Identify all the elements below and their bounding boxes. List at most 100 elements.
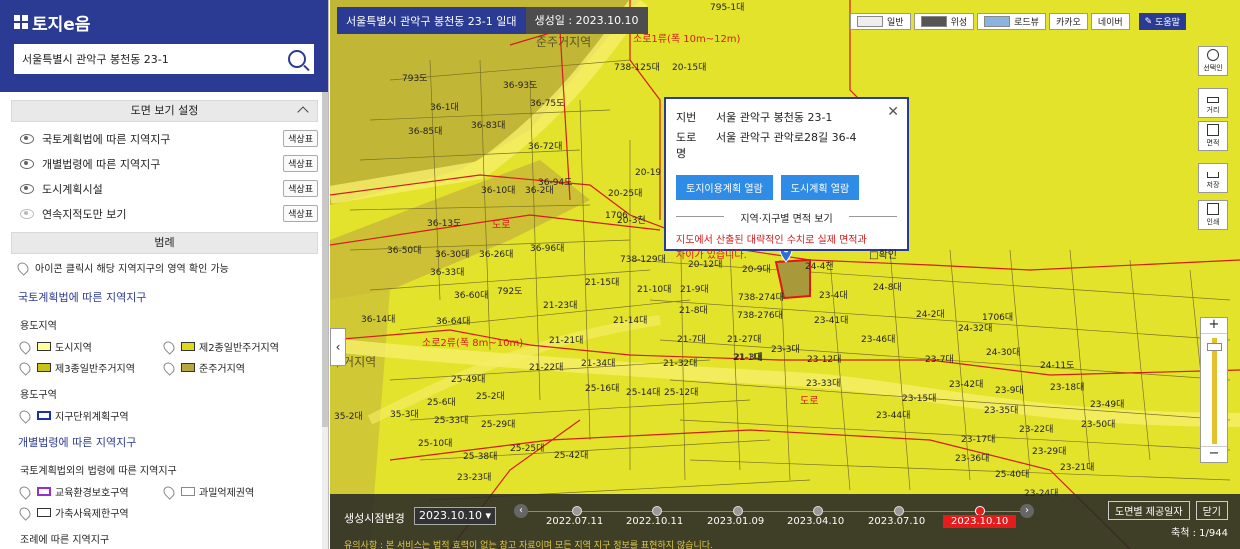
parcel-label: 23-15대: [902, 394, 937, 404]
help-button[interactable]: ✎ 도움말: [1138, 13, 1186, 30]
parcel-label: 21-22대: [529, 363, 564, 373]
parcel-label: 24-2대: [916, 310, 945, 320]
timeline-date-label[interactable]: 2023.07.10: [868, 516, 925, 527]
timeline-tick[interactable]: [813, 506, 823, 516]
area-tool-button[interactable]: 면적: [1198, 121, 1228, 151]
color-table-button[interactable]: 색상표: [283, 205, 318, 222]
chevron-left-icon[interactable]: ‹: [514, 504, 528, 518]
legend-item[interactable]: 제3종일반주거지역: [17, 359, 164, 376]
parcel-label: 1706대: [982, 313, 1014, 323]
parcel-label: 25-33대: [434, 416, 469, 426]
timeline-tick[interactable]: [572, 506, 582, 516]
pin-icon[interactable]: [17, 359, 33, 376]
map-canvas[interactable]: [330, 0, 1240, 549]
layer-settings-header[interactable]: 도면 보기 설정: [11, 100, 318, 122]
print-button[interactable]: 인쇄: [1198, 200, 1228, 230]
tab-label: 위성: [950, 18, 968, 28]
chevron-right-icon[interactable]: ›: [1020, 504, 1034, 518]
road-value: 서울 관악구 관악로28길 36-4: [716, 131, 857, 144]
search-input[interactable]: [22, 52, 288, 66]
zoom-in-button[interactable]: +: [1201, 318, 1227, 334]
tab-naver[interactable]: 네이버: [1090, 13, 1130, 30]
pin-icon[interactable]: [17, 504, 33, 521]
road-key: 도로명: [676, 131, 697, 160]
zone-swatch: [181, 342, 195, 351]
parcel-label: 25-6대: [427, 398, 456, 408]
search-icon[interactable]: [288, 50, 306, 68]
scrollbar[interactable]: [322, 92, 328, 549]
select-tool-button[interactable]: 선택인: [1198, 46, 1228, 76]
parcel-label: 20-3천: [617, 216, 646, 226]
timeline-date-label[interactable]: 2023.10.10: [943, 515, 1017, 528]
tab-roadview[interactable]: 로드뷰: [977, 13, 1046, 30]
date-select[interactable]: 2023.10.10 ▾: [414, 507, 496, 525]
tool-label: 저장: [1206, 181, 1220, 189]
parcel-label: 36-14대: [361, 315, 396, 325]
pin-icon[interactable]: [161, 338, 177, 355]
pin-icon[interactable]: [161, 359, 177, 376]
city-plan-button[interactable]: 도시계획 열람: [780, 175, 860, 200]
zoom-slider[interactable]: [1212, 338, 1217, 444]
legend-item[interactable]: 과밀억제권역: [161, 483, 308, 500]
color-table-button[interactable]: 색상표: [283, 180, 318, 197]
parcel-label: 36-64대: [436, 317, 471, 327]
eye-icon[interactable]: [20, 183, 34, 194]
chevron-up-icon[interactable]: [297, 106, 309, 118]
legend-item[interactable]: 제2종일반주거지역: [161, 338, 308, 355]
timeline-tick[interactable]: [652, 506, 662, 516]
close-icon[interactable]: ✕: [887, 104, 899, 120]
land-use-plan-button[interactable]: 토지이용계획 열람: [676, 175, 773, 200]
timeline-tick[interactable]: [733, 506, 743, 516]
pin-icon[interactable]: [17, 338, 33, 355]
tab-normal[interactable]: 일반: [850, 13, 911, 30]
zone-swatch: [37, 411, 51, 420]
tab-kakao[interactable]: 카카오: [1048, 13, 1088, 30]
confirm-checkbox[interactable]: □확인: [869, 248, 897, 263]
collapse-sidebar-button[interactable]: ‹: [330, 328, 346, 366]
pin-icon[interactable]: [17, 407, 33, 424]
notice-text: 유의사항 : 본 서비스는 법적 효력이 없는 참고 자료이며 모든 지역 지구…: [344, 541, 713, 549]
parcel-label: 23-33대: [806, 379, 841, 389]
legend-item[interactable]: 교육환경보호구역: [17, 483, 164, 500]
legend-item[interactable]: 가축사육제한구역: [17, 504, 170, 521]
logo[interactable]: 토지e음: [14, 10, 314, 35]
parcel-label: 738-276대: [737, 311, 783, 321]
legend-row: 교육환경보호구역 과밀억제권역: [0, 481, 328, 502]
legend-item[interactable]: 준주거지역: [161, 359, 308, 376]
eye-icon[interactable]: [20, 133, 34, 144]
save-button[interactable]: 저장: [1198, 163, 1228, 193]
legend-item[interactable]: 도시지역: [17, 338, 164, 355]
logo-text: 토지e음: [32, 14, 91, 35]
tab-satellite[interactable]: 위성: [913, 13, 975, 30]
parcel-label: 36-13도: [427, 219, 462, 229]
distance-tool-button[interactable]: 거리: [1198, 88, 1228, 118]
parcel-label: 20-19: [635, 168, 662, 178]
eye-icon[interactable]: [20, 158, 34, 169]
legend-row: 도시지역 제2종일반주거지역: [0, 336, 328, 357]
plus-circle-icon: [1207, 49, 1219, 61]
timeline-tick[interactable]: [894, 506, 904, 516]
parcel-label: 24-30대: [986, 348, 1021, 358]
parcel-label: 20-15대: [672, 63, 707, 73]
close-timeline-button[interactable]: 닫기: [1195, 501, 1228, 520]
timeline-date-label[interactable]: 2023.04.10: [787, 516, 844, 527]
legend-item[interactable]: 지구단위계획구역: [17, 407, 170, 424]
provided-dates-button[interactable]: 도면별 제공일자: [1108, 501, 1190, 520]
road-label: 소로1류(폭 10m~12m): [633, 34, 741, 45]
tab-label: 일반: [887, 18, 904, 28]
jibun-key: 지번: [676, 111, 697, 124]
eye-icon[interactable]: [20, 208, 34, 219]
timeline-date-label[interactable]: 2022.07.11: [546, 516, 603, 527]
pin-icon[interactable]: [17, 483, 33, 500]
timeline-date-label[interactable]: 2022.10.11: [626, 516, 683, 527]
color-table-button[interactable]: 색상표: [283, 155, 318, 172]
zoom-handle[interactable]: [1207, 343, 1222, 351]
scrollbar-thumb[interactable]: [322, 92, 328, 427]
map-view[interactable]: 795-1대 793도 36-93도 36-75도 36-1대 36-83대 36-85대 3…: [330, 0, 1240, 549]
pin-icon[interactable]: [161, 483, 177, 500]
parcel-label: 25-42대: [554, 451, 589, 461]
zoom-out-button[interactable]: −: [1201, 446, 1227, 462]
color-table-button[interactable]: 색상표: [283, 130, 318, 147]
timeline-date-label[interactable]: 2023.01.09: [707, 516, 764, 527]
roadview-thumb-icon: [984, 16, 1011, 27]
